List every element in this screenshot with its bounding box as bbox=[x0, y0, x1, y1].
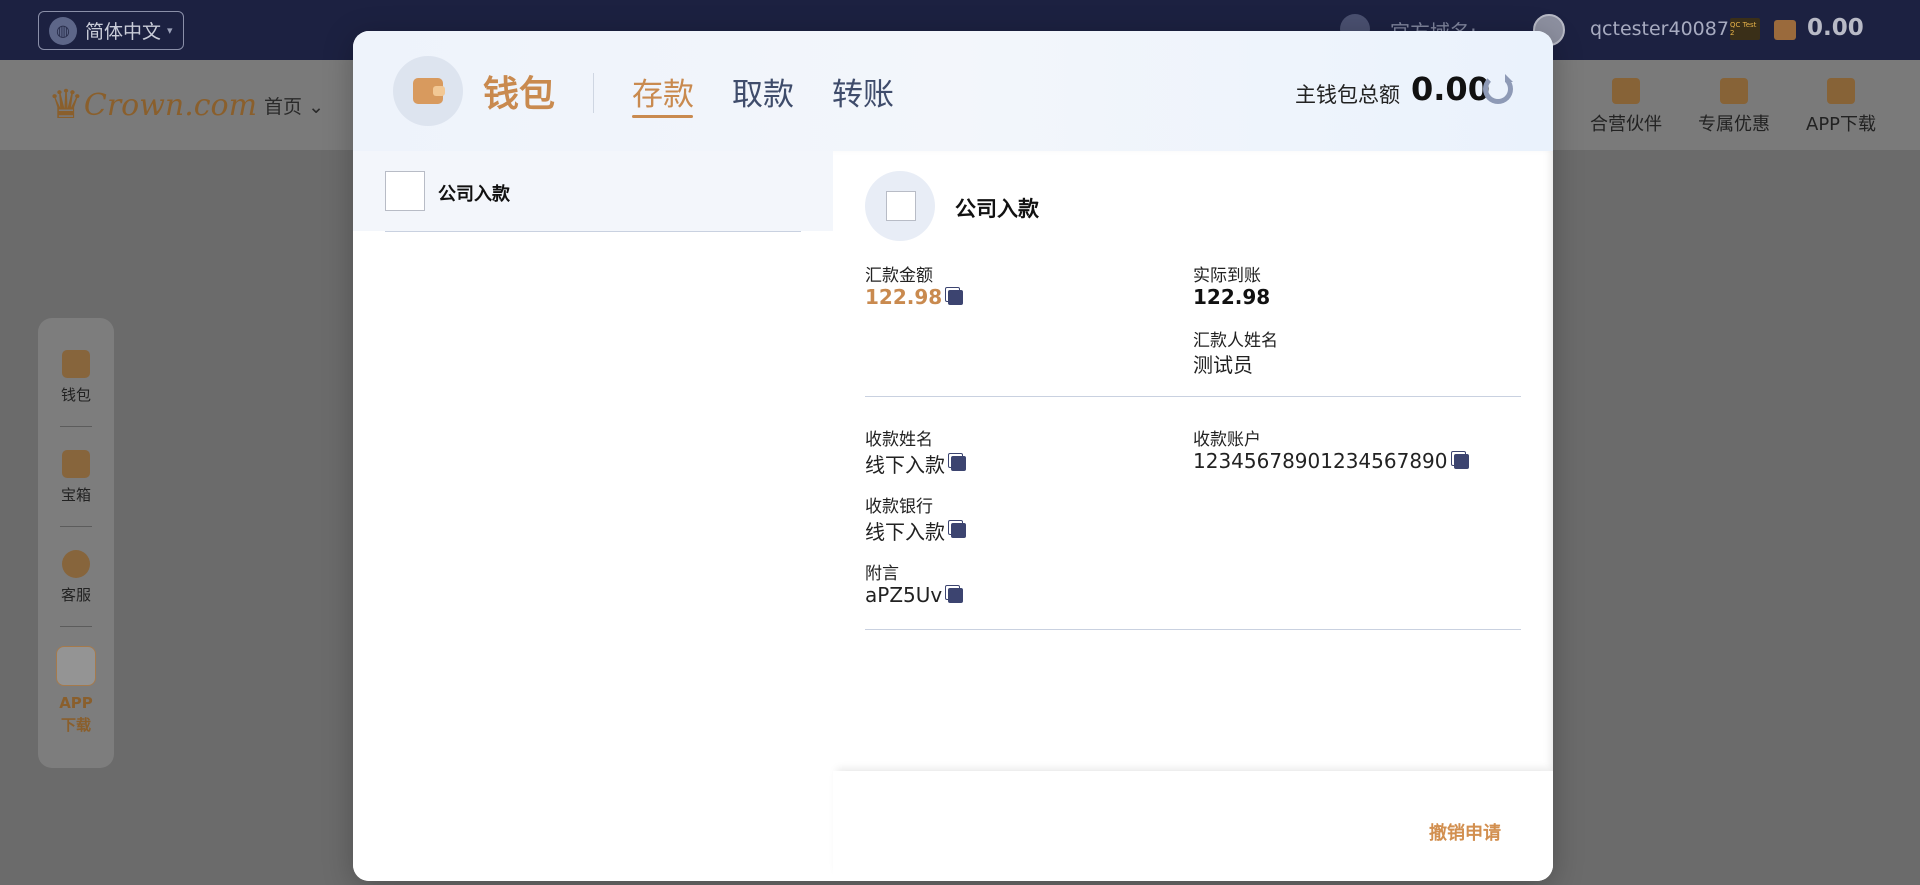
divider bbox=[593, 73, 594, 113]
amount-label: 汇款金额 bbox=[865, 266, 933, 286]
nav-promotions[interactable]: 专属优惠 bbox=[1698, 78, 1770, 136]
handshake-icon bbox=[1612, 78, 1640, 104]
divider bbox=[865, 396, 1521, 397]
nav-partner-label: 合营伙伴 bbox=[1590, 114, 1662, 135]
nav-home[interactable]: 首页 ⌄ bbox=[264, 92, 324, 119]
actual-value: 122.98 bbox=[1193, 285, 1271, 309]
modal-title: 钱包 bbox=[483, 74, 556, 115]
tab-withdraw[interactable]: 取款 bbox=[732, 69, 794, 114]
tab-transfer[interactable]: 转账 bbox=[832, 69, 894, 114]
payee-account-value: 12345678901234567890 bbox=[1193, 449, 1469, 473]
payee-account-label: 收款账户 bbox=[1193, 430, 1261, 450]
payee-bank-label: 收款银行 bbox=[865, 497, 933, 517]
copy-icon[interactable] bbox=[951, 523, 966, 538]
logo-text: Crown.com bbox=[83, 87, 258, 123]
payee-name-value: 线下入款 bbox=[865, 449, 966, 478]
globe-icon: ◍ bbox=[49, 16, 77, 45]
memo-text: aPZ5Uv bbox=[865, 583, 943, 607]
payee-bank-value: 线下入款 bbox=[865, 516, 966, 545]
chevron-down-icon: ⌄ bbox=[308, 96, 324, 118]
dock-wallet[interactable]: 钱包 bbox=[38, 350, 114, 405]
divider bbox=[865, 629, 1521, 630]
username[interactable]: qctester400870 bbox=[1590, 18, 1741, 40]
dock-app-line1: APP bbox=[59, 694, 93, 712]
cancel-request-button[interactable]: 撤销申请 bbox=[1429, 819, 1501, 845]
nav-app-download-label: APP下载 bbox=[1806, 114, 1877, 135]
refresh-icon[interactable] bbox=[1483, 74, 1513, 104]
list-item[interactable]: 公司入款 bbox=[353, 151, 833, 231]
divider bbox=[60, 626, 92, 627]
dock-support-label: 客服 bbox=[60, 586, 91, 604]
nav-promotions-label: 专属优惠 bbox=[1698, 114, 1770, 135]
app-icon bbox=[56, 646, 96, 686]
dock-wallet-label: 钱包 bbox=[60, 386, 91, 404]
dock-treasure[interactable]: 宝箱 bbox=[38, 450, 114, 505]
nav-app-download[interactable]: APP下载 bbox=[1806, 78, 1876, 136]
copy-icon[interactable] bbox=[1453, 453, 1469, 469]
divider bbox=[385, 231, 801, 232]
dock-treasure-label: 宝箱 bbox=[60, 486, 91, 504]
wallet-badge bbox=[393, 56, 463, 126]
payee-account-text: 12345678901234567890 bbox=[1193, 449, 1448, 473]
modal-header: 钱包 存款 取款 转账 主钱包总额 0.00 bbox=[353, 31, 1553, 151]
remitter-value: 测试员 bbox=[1193, 353, 1253, 377]
language-selector[interactable]: ◍ 简体中文 ▾ bbox=[38, 11, 184, 50]
copy-icon[interactable] bbox=[948, 289, 964, 305]
nav-partner[interactable]: 合营伙伴 bbox=[1590, 78, 1662, 136]
dock-support[interactable]: 客服 bbox=[38, 550, 114, 605]
method-image bbox=[385, 171, 425, 211]
nav-home-label: 首页 bbox=[264, 96, 303, 118]
crown-icon: ♛ bbox=[48, 82, 84, 128]
amount-value: 122.98 bbox=[865, 285, 964, 309]
deposit-method-list: 公司入款 bbox=[353, 151, 833, 881]
remitter-label: 汇款人姓名 bbox=[1193, 331, 1278, 351]
headset-icon bbox=[62, 550, 90, 578]
tab-deposit[interactable]: 存款 bbox=[632, 69, 694, 114]
payee-name-text: 线下入款 bbox=[865, 453, 945, 477]
deposit-detail: 公司入款 汇款金额 122.98 实际到账 122.98 汇款人姓名 测试员 收… bbox=[833, 151, 1553, 881]
treasure-chest-icon bbox=[62, 450, 90, 478]
language-label: 简体中文 bbox=[85, 21, 162, 43]
copy-icon[interactable] bbox=[951, 456, 966, 471]
dock-app-line2: 下载 bbox=[60, 716, 91, 734]
copy-icon[interactable] bbox=[948, 587, 964, 603]
wallet-modal: 钱包 存款 取款 转账 主钱包总额 0.00 公司入款 公司入款 汇款金额 12… bbox=[353, 31, 1553, 881]
dock-app-download[interactable]: APP 下载 bbox=[38, 646, 114, 736]
active-tab-indicator bbox=[632, 115, 693, 118]
detail-title: 公司入款 bbox=[955, 197, 1039, 221]
payee-name-label: 收款姓名 bbox=[865, 430, 933, 450]
vip-badge: QC Test 2 bbox=[1730, 18, 1760, 40]
logo[interactable]: ♛ Crown.com bbox=[48, 82, 257, 128]
balance-value: 0.00 bbox=[1411, 70, 1490, 108]
method-label: 公司入款 bbox=[438, 184, 510, 205]
divider bbox=[60, 426, 92, 427]
wallet-icon bbox=[62, 350, 90, 378]
balance-label: 主钱包总额 bbox=[1295, 83, 1400, 107]
top-balance: 0.00 bbox=[1807, 15, 1864, 41]
memo-label: 附言 bbox=[865, 564, 899, 584]
side-dock: 钱包 宝箱 客服 APP 下载 bbox=[38, 318, 114, 768]
wallet-icon[interactable] bbox=[1774, 20, 1796, 40]
payee-bank-text: 线下入款 bbox=[865, 520, 945, 544]
memo-value: aPZ5Uv bbox=[865, 583, 964, 607]
amount-value-text: 122.98 bbox=[865, 285, 943, 309]
gift-icon bbox=[1720, 78, 1748, 104]
actual-label: 实际到账 bbox=[1193, 266, 1261, 286]
app-icon bbox=[1827, 78, 1856, 104]
wallet-icon bbox=[413, 78, 445, 104]
chevron-down-icon: ▾ bbox=[167, 24, 173, 37]
divider bbox=[60, 526, 92, 527]
method-image bbox=[886, 191, 916, 221]
